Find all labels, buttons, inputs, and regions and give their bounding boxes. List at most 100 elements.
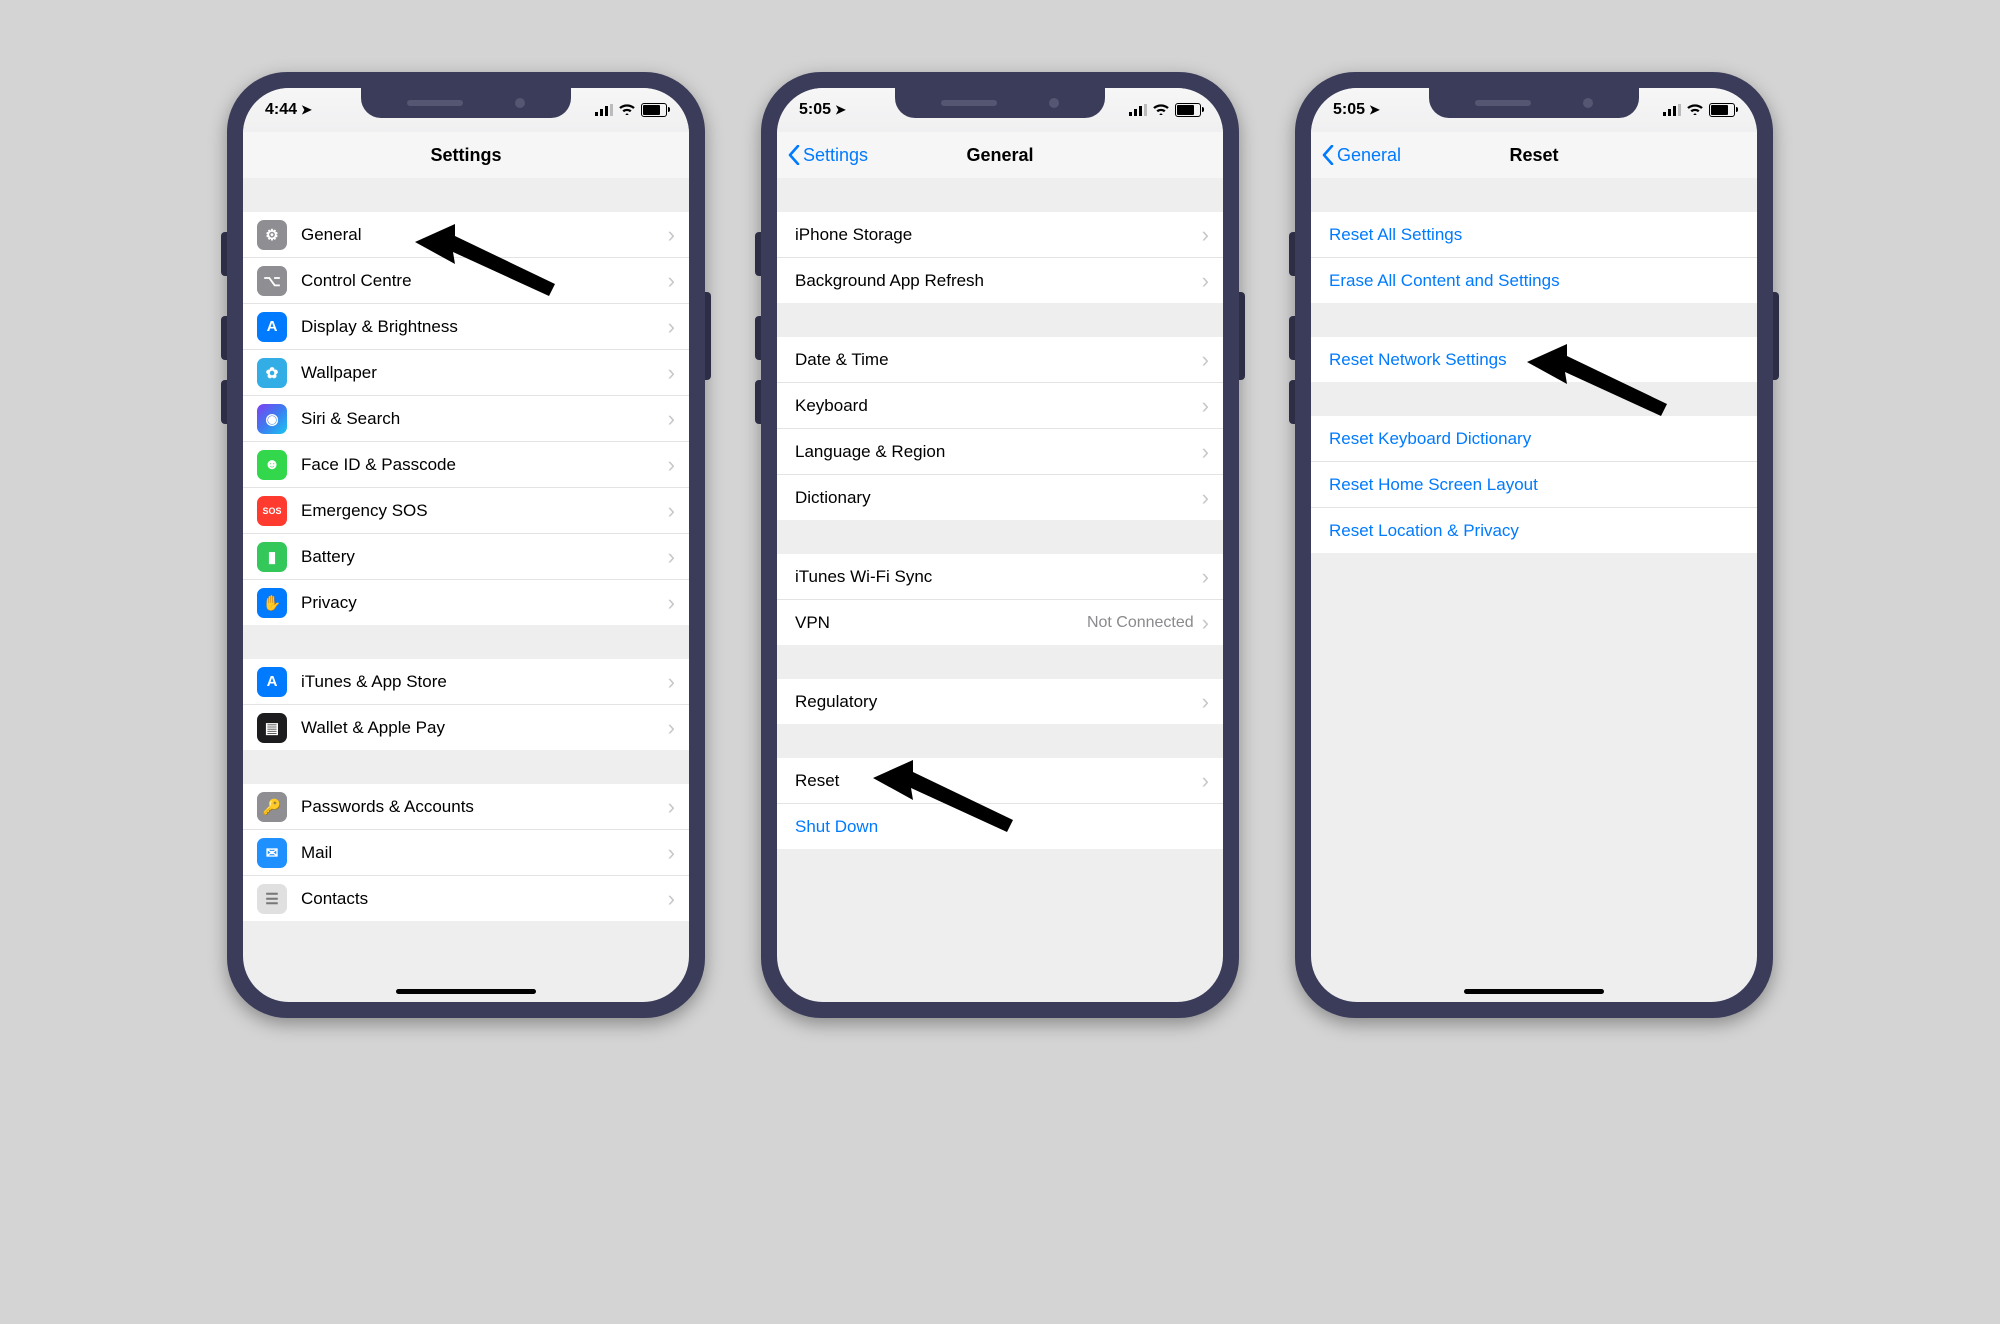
signal-icon <box>1129 104 1147 116</box>
gear-icon: ⚙ <box>257 220 287 250</box>
back-button[interactable]: Settings <box>787 145 868 166</box>
row-dictionary[interactable]: Dictionary› <box>777 475 1223 520</box>
nav-title: Reset <box>1509 145 1558 166</box>
chevron-right-icon: › <box>668 715 675 741</box>
row-group: iPhone Storage›Background App Refresh› <box>777 212 1223 303</box>
row-label: Date & Time <box>795 350 1202 370</box>
status-time: 5:05 <box>1333 101 1365 119</box>
row-wallet-apple-pay[interactable]: ▤Wallet & Apple Pay› <box>243 705 689 750</box>
section-gap <box>1311 303 1757 337</box>
location-icon: ➤ <box>1369 102 1380 118</box>
row-erase-all-content-and-settings[interactable]: Erase All Content and Settings <box>1311 258 1757 303</box>
notch <box>895 88 1105 118</box>
row-itunes-wi-fi-sync[interactable]: iTunes Wi-Fi Sync› <box>777 554 1223 600</box>
nav-title: Settings <box>430 145 501 166</box>
row-label: Mail <box>301 843 668 863</box>
row-date-time[interactable]: Date & Time› <box>777 337 1223 383</box>
home-indicator[interactable] <box>396 989 536 994</box>
section-gap <box>777 645 1223 679</box>
row-contacts[interactable]: ☰Contacts› <box>243 876 689 921</box>
status-time: 4:44 <box>265 101 297 119</box>
row-vpn[interactable]: VPNNot Connected› <box>777 600 1223 645</box>
row-label: Erase All Content and Settings <box>1329 271 1743 291</box>
wifi-icon <box>1153 102 1169 118</box>
back-label: Settings <box>803 145 868 166</box>
chevron-right-icon: › <box>1202 222 1209 248</box>
chevron-right-icon: › <box>668 268 675 294</box>
chevron-right-icon: › <box>668 669 675 695</box>
chevron-right-icon: › <box>1202 268 1209 294</box>
section-gap <box>243 625 689 659</box>
hand-icon: ✋ <box>257 588 287 618</box>
row-language-region[interactable]: Language & Region› <box>777 429 1223 475</box>
chevron-right-icon: › <box>668 314 675 340</box>
row-wallpaper[interactable]: ✿Wallpaper› <box>243 350 689 396</box>
row-mail[interactable]: ✉Mail› <box>243 830 689 876</box>
chevron-right-icon: › <box>668 886 675 912</box>
row-label: VPN <box>795 613 1087 633</box>
chevron-right-icon: › <box>668 590 675 616</box>
row-label: Privacy <box>301 593 668 613</box>
switches-icon: ⌥ <box>257 266 287 296</box>
row-reset-all-settings[interactable]: Reset All Settings <box>1311 212 1757 258</box>
row-face-id-passcode[interactable]: ☻Face ID & Passcode› <box>243 442 689 488</box>
signal-icon <box>1663 104 1681 116</box>
screen: 5:05 ➤ General Reset Reset All S <box>1311 88 1757 1002</box>
row-passwords-accounts[interactable]: 🔑 Passwords & Accounts› <box>243 784 689 830</box>
status-time: 5:05 <box>799 101 831 119</box>
row-iphone-storage[interactable]: iPhone Storage› <box>777 212 1223 258</box>
row-background-app-refresh[interactable]: Background App Refresh› <box>777 258 1223 303</box>
chevron-right-icon: › <box>1202 564 1209 590</box>
nav-bar: Settings <box>243 132 689 179</box>
pointer-arrow <box>873 760 1013 845</box>
row-privacy[interactable]: ✋ Privacy› <box>243 580 689 625</box>
row-group: Reset All Settings Erase All Content and … <box>1311 212 1757 303</box>
chevron-right-icon: › <box>1202 610 1209 636</box>
row-label: Keyboard <box>795 396 1202 416</box>
row-group: 🔑Passwords & Accounts›✉Mail›☰Contacts› <box>243 784 689 921</box>
location-icon: ➤ <box>301 102 312 118</box>
reset-list[interactable]: Reset All Settings Erase All Content and … <box>1311 178 1757 1002</box>
key-icon: 🔑 <box>257 792 287 822</box>
section-gap <box>243 750 689 784</box>
general-list[interactable]: iPhone Storage›Background App Refresh› Da… <box>777 178 1223 1002</box>
row-label: Passwords & Accounts <box>301 797 668 817</box>
wifi-icon <box>1687 102 1703 118</box>
row-group: Date & Time›Keyboard›Language & Region›D… <box>777 337 1223 520</box>
row-reset-location-privacy[interactable]: Reset Location & Privacy <box>1311 508 1757 553</box>
back-button[interactable]: General <box>1321 145 1401 166</box>
appstore-icon: A <box>257 667 287 697</box>
phone-reset: 5:05 ➤ General Reset Reset All S <box>1295 72 1773 1018</box>
siri-icon: ◉ <box>257 404 287 434</box>
row-regulatory[interactable]: Regulatory› <box>777 679 1223 724</box>
row-label: Face ID & Passcode <box>301 455 668 475</box>
screen: 5:05 ➤ Settings General iPhone S <box>777 88 1223 1002</box>
row-label: Reset All Settings <box>1329 225 1743 245</box>
chevron-right-icon: › <box>1202 689 1209 715</box>
row-reset-home-screen-layout[interactable]: Reset Home Screen Layout <box>1311 462 1757 508</box>
row-display-brightness[interactable]: ADisplay & Brightness› <box>243 304 689 350</box>
row-label: Language & Region <box>795 442 1202 462</box>
sos-icon: SOS <box>257 496 287 526</box>
row-battery[interactable]: ▮Battery› <box>243 534 689 580</box>
battery-icon <box>641 103 667 117</box>
chevron-right-icon: › <box>668 794 675 820</box>
pointer-arrow <box>415 224 555 309</box>
row-group: AiTunes & App Store›▤Wallet & Apple Pay› <box>243 659 689 750</box>
row-emergency-sos[interactable]: SOSEmergency SOS› <box>243 488 689 534</box>
row-label: Contacts <box>301 889 668 909</box>
row-label: Reset Home Screen Layout <box>1329 475 1743 495</box>
row-siri-search[interactable]: ◉Siri & Search› <box>243 396 689 442</box>
chevron-right-icon: › <box>1202 485 1209 511</box>
row-label: Display & Brightness <box>301 317 668 337</box>
section-gap <box>777 520 1223 554</box>
row-group: Reset Keyboard DictionaryReset Home Scre… <box>1311 416 1757 553</box>
home-indicator[interactable] <box>1464 989 1604 994</box>
row-label: Regulatory <box>795 692 1202 712</box>
section-gap <box>777 724 1223 758</box>
nav-bar: General Reset <box>1311 132 1757 179</box>
section-gap <box>243 178 689 212</box>
chevron-right-icon: › <box>668 406 675 432</box>
row-itunes-app-store[interactable]: AiTunes & App Store› <box>243 659 689 705</box>
row-keyboard[interactable]: Keyboard› <box>777 383 1223 429</box>
